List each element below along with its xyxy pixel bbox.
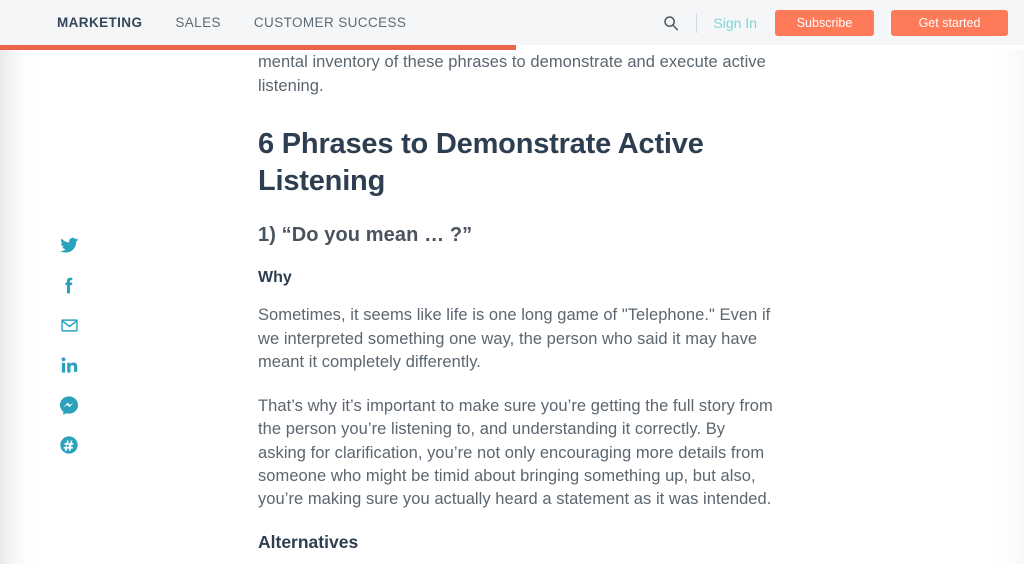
social-share-rail xyxy=(55,232,83,472)
nav-divider xyxy=(696,12,698,33)
nav-actions: Sign In Subscribe Get started xyxy=(660,9,1024,36)
linkedin-icon[interactable] xyxy=(56,352,82,378)
why-paragraph-2: That’s why it’s important to make sure y… xyxy=(258,396,773,509)
messenger-icon[interactable] xyxy=(56,392,82,418)
left-edge-shadow xyxy=(0,48,34,564)
primary-nav: MARKETING SALES CUSTOMER SUCCESS xyxy=(57,11,439,34)
email-icon[interactable] xyxy=(56,312,82,338)
nav-item-customer-success[interactable]: CUSTOMER SUCCESS xyxy=(254,11,406,34)
reading-progress-fill xyxy=(0,45,516,50)
facebook-icon[interactable] xyxy=(56,272,82,298)
search-icon[interactable] xyxy=(660,12,682,34)
slack-icon[interactable] xyxy=(56,432,82,458)
section-heading: 6 Phrases to Demonstrate Active Listenin… xyxy=(258,128,704,198)
reading-progress-track xyxy=(0,45,1024,50)
why-paragraph-1: Sometimes, it seems like life is one lon… xyxy=(258,306,771,372)
phrase-heading: 1) “Do you mean … ?” xyxy=(258,224,473,247)
sign-in-link[interactable]: Sign In xyxy=(713,15,757,31)
nav-item-sales[interactable]: SALES xyxy=(175,11,221,34)
twitter-icon[interactable] xyxy=(56,232,82,258)
page-canvas: MARKETING SALES CUSTOMER SUCCESS Sign In… xyxy=(0,0,1024,564)
why-heading: Why xyxy=(258,269,292,287)
alternatives-heading: Alternatives xyxy=(258,531,359,552)
get-started-button[interactable]: Get started xyxy=(891,9,1008,36)
subscribe-button[interactable]: Subscribe xyxy=(775,9,874,36)
right-edge-shadow xyxy=(998,48,1024,564)
article-body: on your phone, or you begin thinking ahe… xyxy=(258,28,774,564)
nav-item-marketing[interactable]: MARKETING xyxy=(57,11,142,34)
top-navigation-bar: MARKETING SALES CUSTOMER SUCCESS Sign In… xyxy=(0,0,1024,45)
